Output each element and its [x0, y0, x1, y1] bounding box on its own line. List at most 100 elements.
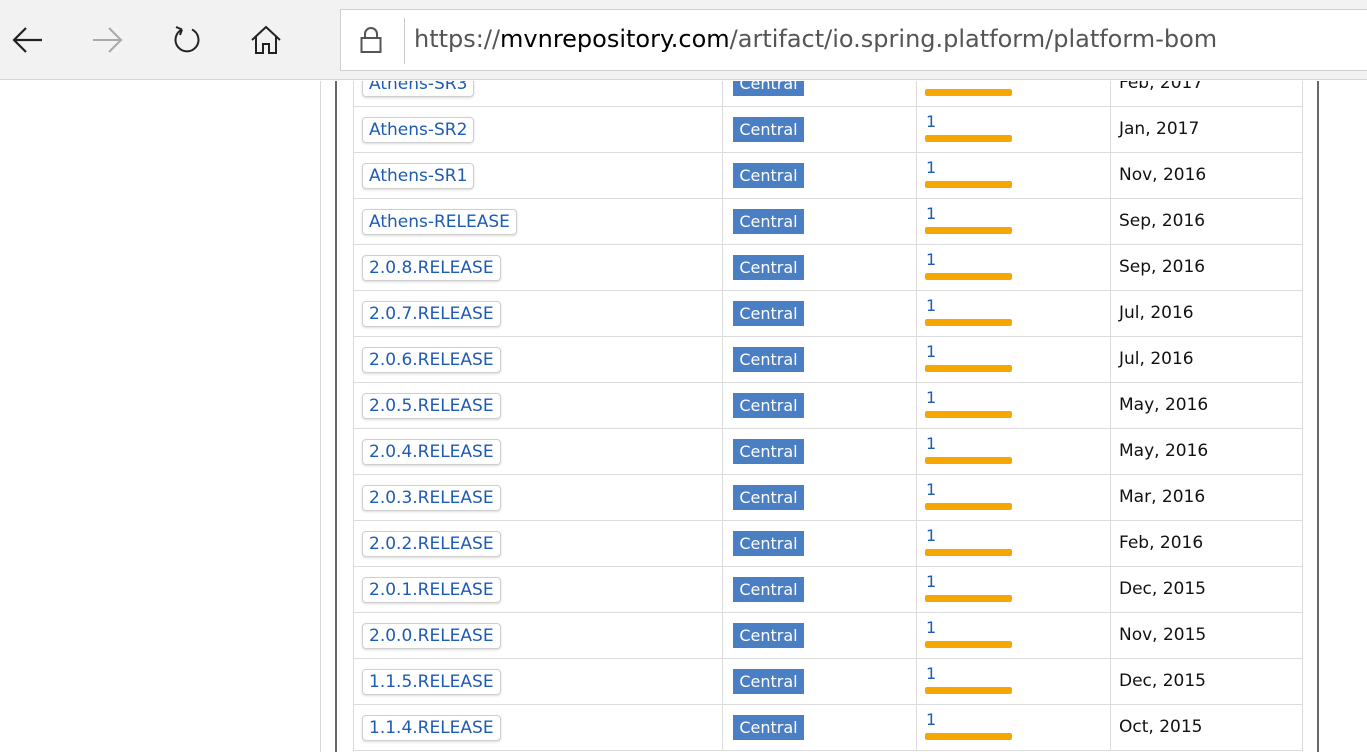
repository-badge[interactable]: Central — [733, 163, 804, 188]
usages-cell: 1 — [917, 705, 1111, 750]
usages-link[interactable]: 1 — [926, 527, 936, 545]
forward-button[interactable] — [81, 14, 133, 66]
usages-link[interactable]: 1 — [926, 619, 936, 637]
date-cell: Feb, 2016 — [1111, 521, 1304, 566]
repository-cell: Central — [723, 245, 917, 290]
usage-bar — [925, 503, 1012, 510]
usages-link[interactable]: 1 — [926, 389, 936, 407]
usages-link[interactable]: 1 — [926, 343, 936, 361]
usages-link[interactable]: 1 — [926, 665, 936, 683]
repository-badge[interactable]: Central — [733, 347, 804, 372]
usages-link[interactable]: 1 — [926, 573, 936, 591]
usage-bar-fill — [925, 687, 1012, 694]
versions-table: Athens-SR3 Central 1 Feb, 2017 Athens-SR… — [353, 81, 1303, 751]
table-row: 2.0.7.RELEASE Central 1 Jul, 2016 — [353, 291, 1303, 337]
usages-link[interactable]: 1 — [926, 435, 936, 453]
table-row: 2.0.2.RELEASE Central 1 Feb, 2016 — [353, 521, 1303, 567]
version-link[interactable]: 2.0.0.RELEASE — [362, 623, 501, 649]
repository-cell: Central — [723, 659, 917, 704]
usage-bar-fill — [925, 641, 1012, 648]
release-date: Sep, 2016 — [1119, 257, 1206, 277]
release-date: May, 2016 — [1119, 441, 1209, 461]
usage-bar — [925, 641, 1012, 648]
usage-bar — [925, 365, 1012, 372]
home-button[interactable] — [240, 14, 292, 66]
version-cell: 2.0.1.RELEASE — [354, 567, 723, 612]
usages-cell: 1 — [917, 107, 1111, 152]
version-link[interactable]: 2.0.4.RELEASE — [362, 439, 501, 465]
repository-cell: Central — [723, 475, 917, 520]
date-cell: Sep, 2016 — [1111, 245, 1304, 290]
release-date: Nov, 2016 — [1119, 165, 1207, 185]
version-link[interactable]: Athens-SR3 — [362, 81, 475, 97]
table-row: 2.0.8.RELEASE Central 1 Sep, 2016 — [353, 245, 1303, 291]
forward-arrow-icon — [93, 27, 123, 53]
repository-badge[interactable]: Central — [733, 209, 804, 234]
version-link[interactable]: 2.0.1.RELEASE — [362, 577, 501, 603]
repository-badge[interactable]: Central — [733, 301, 804, 326]
release-date: Oct, 2015 — [1119, 717, 1203, 737]
version-link[interactable]: Athens-SR1 — [362, 163, 475, 189]
back-button[interactable] — [2, 14, 54, 66]
date-cell: May, 2016 — [1111, 429, 1304, 474]
usages-link[interactable]: 1 — [926, 251, 936, 269]
address-bar[interactable]: https://mvnrepository.com/artifact/io.sp… — [340, 9, 1367, 71]
usages-cell: 1 — [917, 521, 1111, 566]
version-link[interactable]: 2.0.6.RELEASE — [362, 347, 501, 373]
usage-bar — [925, 457, 1012, 464]
table-row: 2.0.1.RELEASE Central 1 Dec, 2015 — [353, 567, 1303, 613]
repository-badge[interactable]: Central — [733, 439, 804, 464]
repository-badge[interactable]: Central — [733, 531, 804, 556]
version-link[interactable]: 2.0.2.RELEASE — [362, 531, 501, 557]
version-link[interactable]: 2.0.5.RELEASE — [362, 393, 501, 419]
date-cell: Feb, 2017 — [1111, 81, 1304, 106]
repository-badge[interactable]: Central — [733, 623, 804, 648]
repository-badge[interactable]: Central — [733, 393, 804, 418]
table-frame-right — [1317, 81, 1319, 752]
usages-cell: 1 — [917, 659, 1111, 704]
release-date: Dec, 2015 — [1119, 671, 1206, 691]
release-date: Feb, 2017 — [1119, 81, 1204, 93]
usage-bar-fill — [925, 273, 1012, 280]
version-cell: Athens-SR3 — [354, 81, 723, 106]
repository-cell: Central — [723, 337, 917, 382]
repository-cell: Central — [723, 199, 917, 244]
usage-bar — [925, 135, 1012, 142]
version-link[interactable]: 2.0.3.RELEASE — [362, 485, 501, 511]
release-date: Jan, 2017 — [1119, 119, 1200, 139]
repository-badge[interactable]: Central — [733, 255, 804, 280]
usages-link[interactable]: 1 — [926, 481, 936, 499]
version-link[interactable]: 2.0.7.RELEASE — [362, 301, 501, 327]
usage-bar — [925, 549, 1012, 556]
repository-badge[interactable]: Central — [733, 577, 804, 602]
usages-link[interactable]: 1 — [926, 159, 936, 177]
refresh-button[interactable] — [161, 14, 213, 66]
version-cell: 1.1.4.RELEASE — [354, 705, 723, 750]
repository-badge[interactable]: Central — [733, 669, 804, 694]
version-link[interactable]: 2.0.8.RELEASE — [362, 255, 501, 281]
version-link[interactable]: Athens-SR2 — [362, 117, 475, 143]
table-row: 1.1.4.RELEASE Central 1 Oct, 2015 — [353, 705, 1303, 751]
usages-link[interactable]: 1 — [926, 113, 936, 131]
date-cell: Dec, 2015 — [1111, 567, 1304, 612]
table-row: 2.0.3.RELEASE Central 1 Mar, 2016 — [353, 475, 1303, 521]
repository-badge[interactable]: Central — [733, 715, 804, 740]
repository-cell: Central — [723, 153, 917, 198]
repository-badge[interactable]: Central — [733, 117, 804, 142]
usages-link[interactable]: 1 — [926, 205, 936, 223]
usages-link[interactable]: 1 — [926, 297, 936, 315]
usage-bar-fill — [925, 733, 1012, 740]
date-cell: Jul, 2016 — [1111, 337, 1304, 382]
version-link[interactable]: 1.1.4.RELEASE — [362, 715, 501, 741]
url-text[interactable]: https://mvnrepository.com/artifact/io.sp… — [414, 25, 1217, 53]
version-link[interactable]: 1.1.5.RELEASE — [362, 669, 501, 695]
version-link[interactable]: Athens-RELEASE — [362, 209, 517, 235]
usages-link[interactable]: 1 — [926, 81, 936, 85]
repository-badge[interactable]: Central — [733, 485, 804, 510]
version-cell: 2.0.8.RELEASE — [354, 245, 723, 290]
release-date: Mar, 2016 — [1119, 487, 1206, 507]
repository-badge[interactable]: Central — [733, 81, 804, 96]
usages-cell: 1 — [917, 429, 1111, 474]
repository-cell: Central — [723, 521, 917, 566]
usages-link[interactable]: 1 — [926, 711, 936, 729]
